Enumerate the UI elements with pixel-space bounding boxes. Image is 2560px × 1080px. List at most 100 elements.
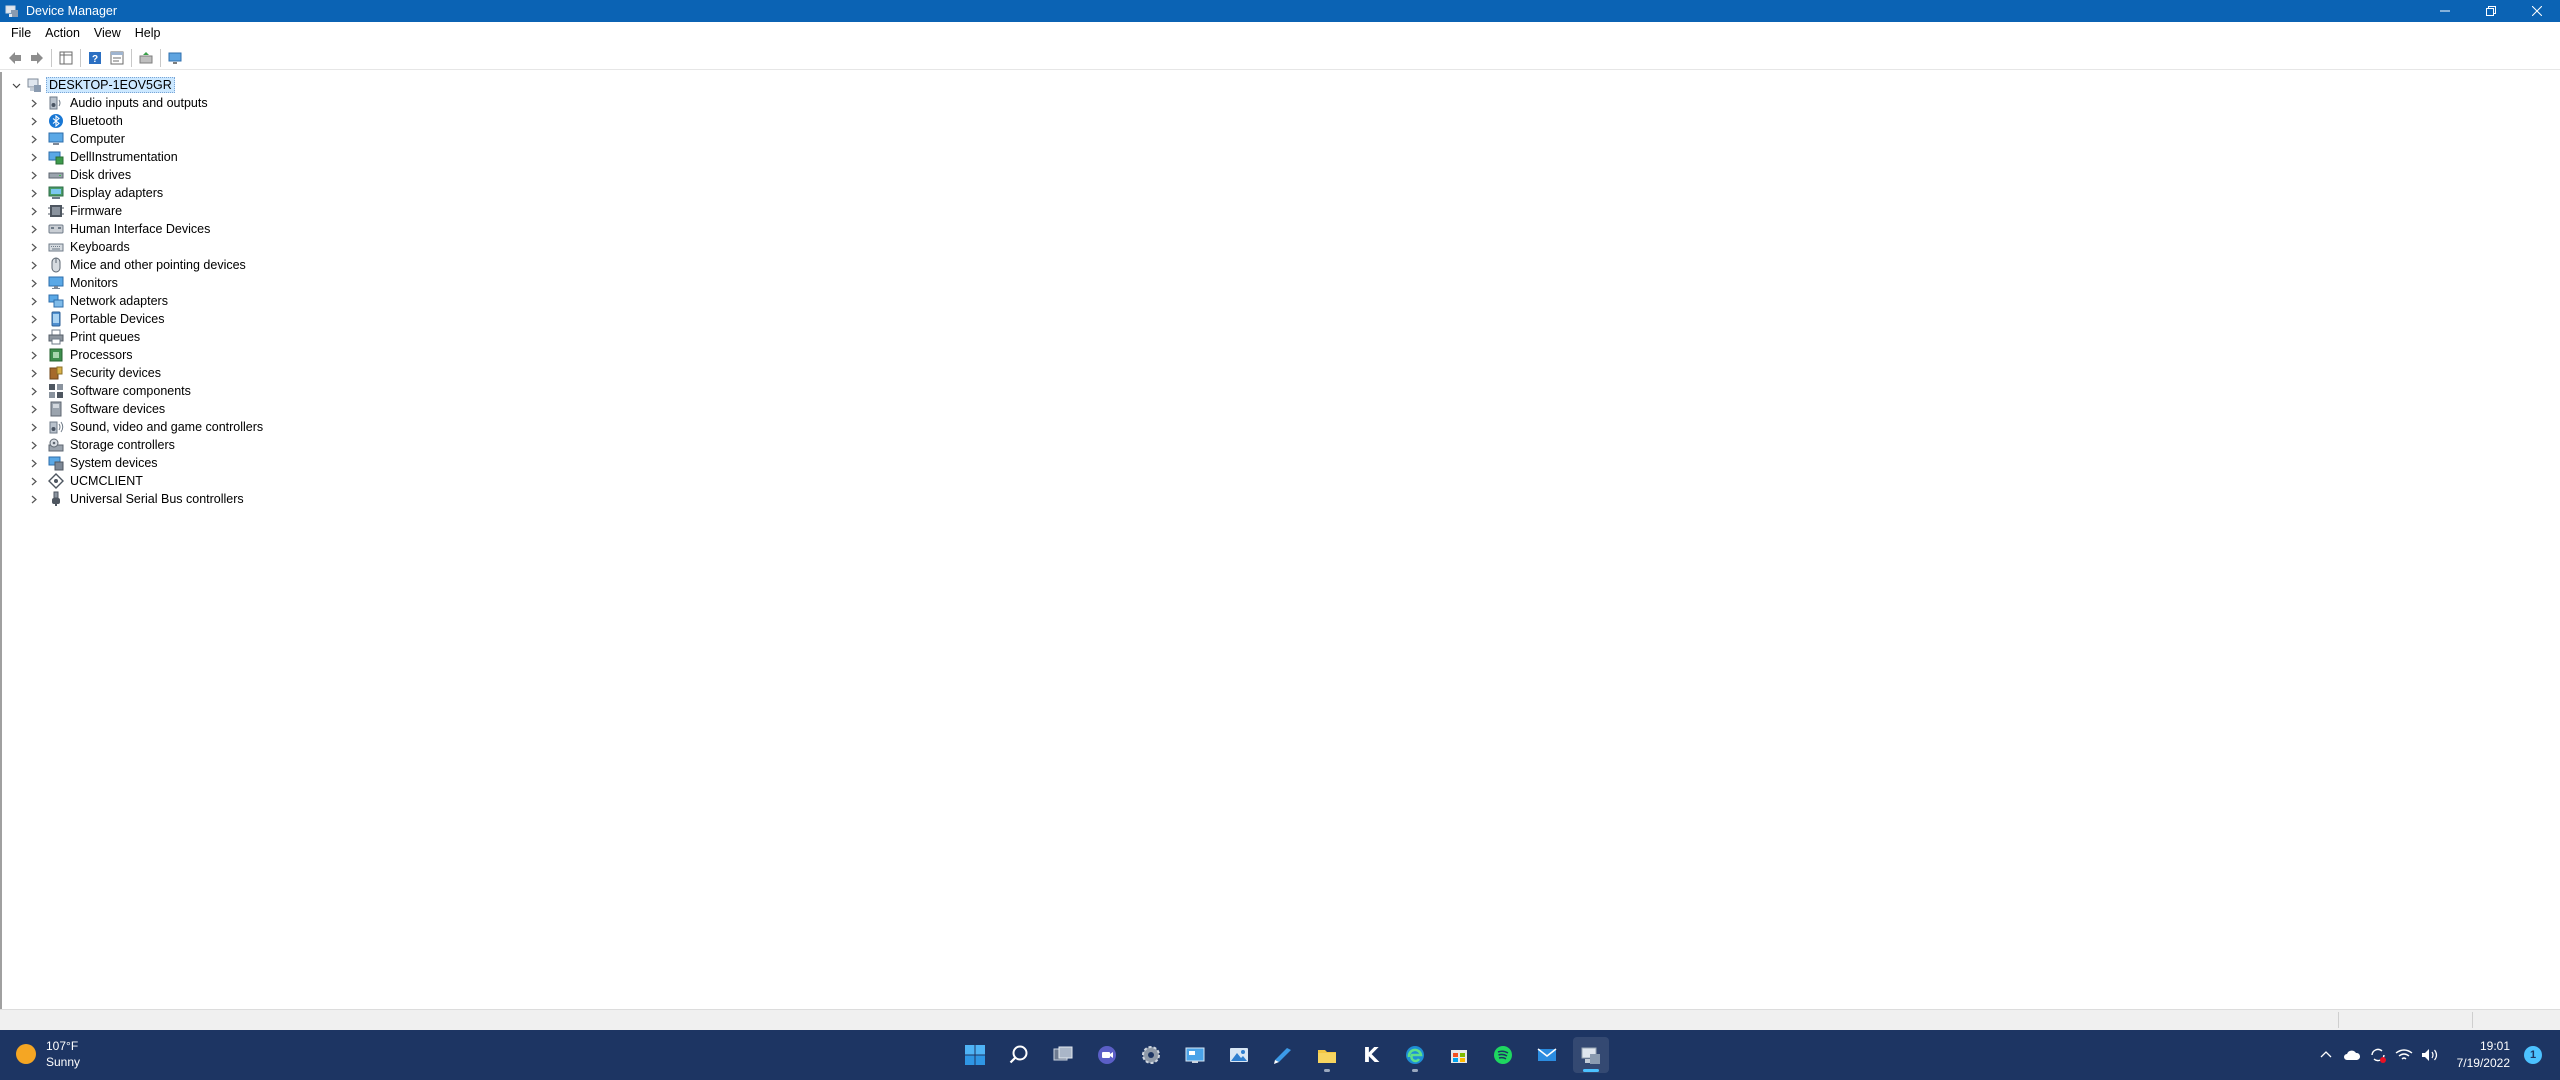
- settings-button[interactable]: [1133, 1037, 1169, 1073]
- collapse-chevron-icon[interactable]: [10, 76, 22, 94]
- tree-item-label: Storage controllers: [70, 438, 175, 452]
- search-button[interactable]: [1001, 1037, 1037, 1073]
- tree-item-label: Audio inputs and outputs: [70, 96, 208, 110]
- expand-chevron-icon[interactable]: [28, 130, 40, 148]
- tree-item-computer[interactable]: Computer: [28, 130, 263, 148]
- expand-chevron-icon[interactable]: [28, 328, 40, 346]
- volume-button[interactable]: [2417, 1042, 2443, 1068]
- scan-hardware-button[interactable]: [164, 47, 186, 69]
- spotify-button[interactable]: [1485, 1037, 1521, 1073]
- clock[interactable]: 19:01 7/19/2022: [2457, 1038, 2510, 1072]
- tree-item-network-adapters[interactable]: Network adapters: [28, 292, 263, 310]
- store-button[interactable]: [1441, 1037, 1477, 1073]
- tree-item-ucmclient[interactable]: UCMCLIENT: [28, 472, 263, 490]
- tree-item-bluetooth[interactable]: Bluetooth: [28, 112, 263, 130]
- tree-item-universal-serial-bus-controllers[interactable]: Universal Serial Bus controllers: [28, 490, 263, 508]
- tree-item-software-devices[interactable]: Software devices: [28, 400, 263, 418]
- teams-button[interactable]: [1089, 1037, 1125, 1073]
- k-app-button[interactable]: K: [1353, 1037, 1389, 1073]
- bluetooth-icon: [48, 113, 64, 129]
- ucm-icon: [48, 473, 64, 489]
- expand-chevron-icon[interactable]: [28, 382, 40, 400]
- tree-item-mice-and-other-pointing-devices[interactable]: Mice and other pointing devices: [28, 256, 263, 274]
- tree-item-label: Network adapters: [70, 294, 168, 308]
- menu-help[interactable]: Help: [128, 23, 168, 43]
- photos-button[interactable]: [1221, 1037, 1257, 1073]
- pen-app-button[interactable]: [1265, 1037, 1301, 1073]
- menu-action[interactable]: Action: [38, 23, 87, 43]
- tree-item-security-devices[interactable]: Security devices: [28, 364, 263, 382]
- edge-button[interactable]: [1397, 1037, 1433, 1073]
- file-explorer-button[interactable]: [1309, 1037, 1345, 1073]
- expand-chevron-icon[interactable]: [28, 202, 40, 220]
- tree-item-keyboards[interactable]: Keyboards: [28, 238, 263, 256]
- tree-item-label: Keyboards: [70, 240, 130, 254]
- tree-item-software-components[interactable]: Software components: [28, 382, 263, 400]
- tree-item-disk-drives[interactable]: Disk drives: [28, 166, 263, 184]
- forward-button[interactable]: [26, 47, 48, 69]
- expand-chevron-icon[interactable]: [28, 490, 40, 508]
- expand-chevron-icon[interactable]: [28, 310, 40, 328]
- wifi-button[interactable]: [2391, 1042, 2417, 1068]
- notification-badge[interactable]: 1: [2524, 1046, 2542, 1064]
- tree-item-storage-controllers[interactable]: Storage controllers: [28, 436, 263, 454]
- svg-text:?: ?: [92, 54, 98, 65]
- store-icon: [1451, 1050, 1467, 1063]
- expand-chevron-icon[interactable]: [28, 238, 40, 256]
- weather-widget[interactable]: 107°F Sunny: [16, 1038, 80, 1070]
- expand-chevron-icon[interactable]: [28, 220, 40, 238]
- back-button[interactable]: [4, 47, 26, 69]
- update-driver-icon: [139, 51, 153, 63]
- expand-chevron-icon[interactable]: [28, 148, 40, 166]
- tree-item-firmware[interactable]: Firmware: [28, 202, 263, 220]
- cloud-icon: [2343, 1050, 2360, 1060]
- tree-item-system-devices[interactable]: System devices: [28, 454, 263, 472]
- expand-chevron-icon[interactable]: [28, 418, 40, 436]
- computer-root-icon: [26, 77, 42, 93]
- expand-chevron-icon[interactable]: [28, 292, 40, 310]
- tree-item-portable-devices[interactable]: Portable Devices: [28, 310, 263, 328]
- sync-status-button[interactable]: [2365, 1042, 2391, 1068]
- tree-item-label: Computer: [70, 132, 125, 146]
- update-driver-button[interactable]: [135, 47, 157, 69]
- expand-chevron-icon[interactable]: [28, 346, 40, 364]
- help-button[interactable]: ?: [84, 47, 106, 69]
- expand-chevron-icon[interactable]: [28, 94, 40, 112]
- sound-icon: [48, 419, 64, 435]
- expand-chevron-icon[interactable]: [28, 256, 40, 274]
- close-button[interactable]: [2514, 0, 2560, 22]
- expand-chevron-icon[interactable]: [28, 436, 40, 454]
- tree-item-processors[interactable]: Processors: [28, 346, 263, 364]
- tree-item-dellinstrumentation[interactable]: DellInstrumentation: [28, 148, 263, 166]
- onedrive-button[interactable]: [2339, 1042, 2365, 1068]
- expand-chevron-icon[interactable]: [28, 472, 40, 490]
- minimize-button[interactable]: [2422, 0, 2468, 22]
- menu-file[interactable]: File: [4, 23, 38, 43]
- tree-item-human-interface-devices[interactable]: Human Interface Devices: [28, 220, 263, 238]
- tree-item-monitors[interactable]: Monitors: [28, 274, 263, 292]
- tree-item-print-queues[interactable]: Print queues: [28, 328, 263, 346]
- control-panel-button[interactable]: [1177, 1037, 1213, 1073]
- expand-chevron-icon[interactable]: [28, 166, 40, 184]
- tree-item-display-adapters[interactable]: Display adapters: [28, 184, 263, 202]
- start-button[interactable]: [957, 1037, 993, 1073]
- mail-button[interactable]: [1529, 1037, 1565, 1073]
- tree-item-audio-inputs-and-outputs[interactable]: Audio inputs and outputs: [28, 94, 263, 112]
- expand-chevron-icon[interactable]: [28, 364, 40, 382]
- expand-chevron-icon[interactable]: [28, 112, 40, 130]
- expand-chevron-icon[interactable]: [28, 400, 40, 418]
- expand-chevron-icon[interactable]: [28, 184, 40, 202]
- close-icon: [2532, 6, 2542, 16]
- tree-root[interactable]: DESKTOP-1EOV5GR: [10, 76, 175, 94]
- tree-item-label: Display adapters: [70, 186, 164, 200]
- show-hidden-icons-button[interactable]: [2313, 1042, 2339, 1068]
- task-view-button[interactable]: [1045, 1037, 1081, 1073]
- show-hide-tree-button[interactable]: [55, 47, 77, 69]
- menu-view[interactable]: View: [87, 23, 128, 43]
- expand-chevron-icon[interactable]: [28, 454, 40, 472]
- restore-button[interactable]: [2468, 0, 2514, 22]
- properties-button[interactable]: [106, 47, 128, 69]
- device-manager-taskbar-button[interactable]: [1573, 1037, 1609, 1073]
- tree-item-sound-video-and-game-controllers[interactable]: Sound, video and game controllers: [28, 418, 263, 436]
- expand-chevron-icon[interactable]: [28, 274, 40, 292]
